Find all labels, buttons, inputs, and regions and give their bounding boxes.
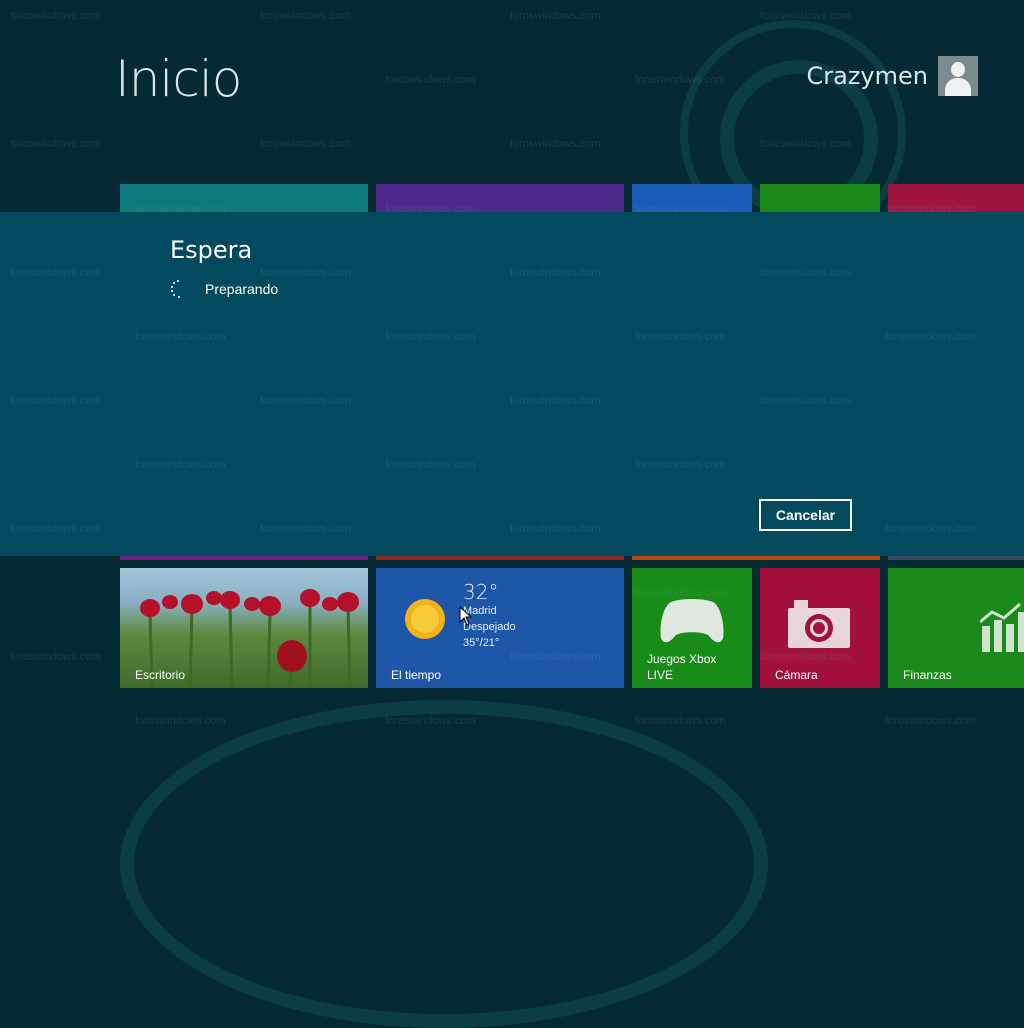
tile-label: Cámara xyxy=(775,668,818,682)
tile-label: Finanzas xyxy=(903,668,952,682)
watermark: foroswindows.com xyxy=(510,138,601,150)
tile-label: Juegos Xbox LIVE xyxy=(647,652,717,682)
wait-dialog xyxy=(0,212,1024,556)
tile-escritorio[interactable]: Escritorio xyxy=(120,568,368,688)
loading-spinner-icon xyxy=(170,280,186,298)
watermark: foroswindows.com xyxy=(260,138,351,150)
user-icon[interactable] xyxy=(938,56,978,96)
sun-icon xyxy=(405,599,445,639)
watermark: foroswindows.com xyxy=(885,715,976,727)
progress-row: Preparando xyxy=(170,280,278,298)
tile-label: Escritorio xyxy=(135,668,186,682)
watermark: foroswindows.com xyxy=(10,10,101,22)
progress-status: Preparando xyxy=(205,281,279,297)
weather-range: 35°/21° xyxy=(463,637,500,649)
weather-temperature: 32° xyxy=(463,580,499,604)
tile-xbox-games[interactable]: Juegos Xbox LIVE xyxy=(632,568,752,688)
watermark: foroswindows.com xyxy=(10,651,101,663)
tile-top-5[interactable] xyxy=(888,184,1024,214)
tile-el-tiempo[interactable]: 32° Madrid Despejado 35°/21° El tiempo xyxy=(376,568,624,688)
page-title: Inicio xyxy=(115,50,242,108)
watermark: foroswindows.com xyxy=(510,10,601,22)
watermark: foroswindows.com xyxy=(635,715,726,727)
watermark: foroswindows.com xyxy=(260,10,351,22)
tile-top-3[interactable] xyxy=(632,184,752,214)
tile-camara[interactable]: Cámara xyxy=(760,568,880,688)
tile-top-1[interactable] xyxy=(120,184,368,214)
tile-finanzas[interactable]: Finanzas xyxy=(888,568,1024,688)
dialog-title: Espera xyxy=(170,236,253,264)
tile-top-2[interactable] xyxy=(376,184,624,214)
tile-label: El tiempo xyxy=(391,668,442,682)
camera-icon xyxy=(788,600,850,648)
background-swirl xyxy=(120,700,768,1028)
watermark: foroswindows.com xyxy=(135,715,226,727)
gamepad-icon xyxy=(660,599,724,643)
tile-top-4[interactable] xyxy=(760,184,880,214)
mouse-cursor-icon xyxy=(459,606,472,626)
cancel-button[interactable]: Cancelar xyxy=(759,499,852,531)
user-name: Crazymen xyxy=(806,62,929,90)
watermark: foroswindows.com xyxy=(10,138,101,150)
user-account[interactable]: Crazymen xyxy=(806,56,978,96)
watermark: foroswindows.com xyxy=(385,74,476,86)
chart-icon xyxy=(980,602,1024,652)
